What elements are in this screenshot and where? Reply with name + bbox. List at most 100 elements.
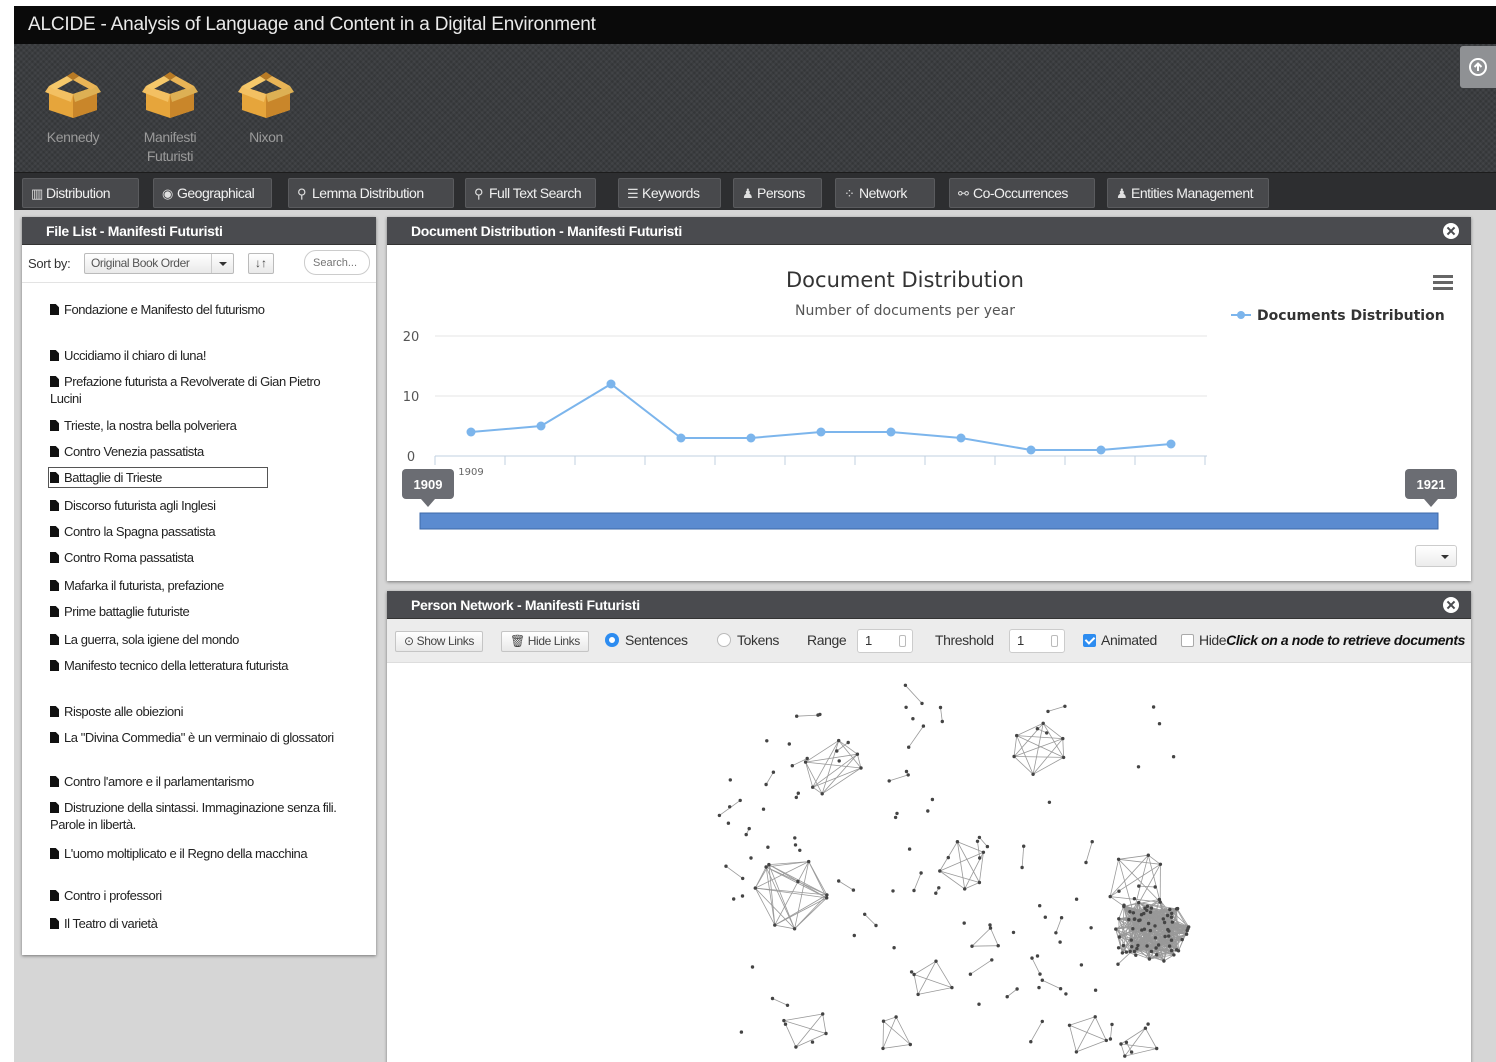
network-node[interactable] xyxy=(1038,972,1042,976)
network-node[interactable] xyxy=(1067,1023,1072,1027)
list-item[interactable]: Contro Venezia passatista xyxy=(50,443,340,460)
network-node[interactable] xyxy=(798,848,802,852)
network-node[interactable] xyxy=(1148,928,1153,933)
network-node[interactable] xyxy=(895,811,899,816)
network-node[interactable] xyxy=(1187,925,1191,929)
network-node[interactable] xyxy=(824,1031,828,1036)
network-node[interactable] xyxy=(863,912,867,916)
network-node[interactable] xyxy=(1108,894,1112,899)
list-item[interactable]: La "Divina Commedia" è un verminaio di g… xyxy=(50,729,340,746)
network-node[interactable] xyxy=(1093,1015,1097,1019)
network-node[interactable] xyxy=(977,1002,981,1006)
network-node[interactable] xyxy=(1090,840,1094,844)
network-node[interactable] xyxy=(1104,1038,1108,1043)
network-node[interactable] xyxy=(978,856,982,860)
data-point[interactable] xyxy=(536,421,546,431)
network-node[interactable] xyxy=(1030,956,1034,960)
network-node[interactable] xyxy=(1130,945,1134,949)
network-node[interactable] xyxy=(906,773,910,777)
network-node[interactable] xyxy=(916,992,920,997)
network-node[interactable] xyxy=(1116,962,1120,966)
list-item[interactable]: Contro la Spagna passatista xyxy=(50,523,340,540)
network-node[interactable] xyxy=(1168,907,1172,912)
data-point[interactable] xyxy=(606,379,616,389)
network-node[interactable] xyxy=(1180,937,1184,942)
network-node[interactable] xyxy=(724,864,728,868)
network-node[interactable] xyxy=(1093,988,1098,992)
network-node[interactable] xyxy=(1156,943,1161,947)
network-node[interactable] xyxy=(1131,927,1135,931)
network-node[interactable] xyxy=(968,972,973,976)
network-node[interactable] xyxy=(962,921,966,925)
list-item[interactable]: Battaglie di Trieste xyxy=(48,467,268,488)
network-node[interactable] xyxy=(1167,929,1171,933)
network-node[interactable] xyxy=(782,1018,786,1023)
network-node[interactable] xyxy=(977,835,982,840)
network-node[interactable] xyxy=(726,821,731,825)
network-node[interactable] xyxy=(792,927,797,931)
close-icon[interactable] xyxy=(1443,223,1459,239)
network-node[interactable] xyxy=(846,740,850,745)
network-node[interactable] xyxy=(1116,946,1121,950)
network-node[interactable] xyxy=(1064,992,1068,996)
network-node[interactable] xyxy=(912,972,916,977)
network-node[interactable] xyxy=(767,862,771,867)
network-node[interactable] xyxy=(1041,721,1045,725)
network-node[interactable] xyxy=(1043,915,1047,919)
network-node[interactable] xyxy=(1084,860,1088,865)
network-node[interactable] xyxy=(1038,904,1042,908)
network-node[interactable] xyxy=(1079,963,1084,967)
network-node[interactable] xyxy=(907,745,911,749)
network-node[interactable] xyxy=(950,985,954,990)
network-node[interactable] xyxy=(821,1012,825,1016)
sort-select[interactable]: Original Book Order xyxy=(84,253,234,274)
network-node[interactable] xyxy=(1143,1026,1148,1030)
network-node[interactable] xyxy=(1063,704,1067,708)
hide-checkbox[interactable]: Hide xyxy=(1181,632,1227,648)
network-node[interactable] xyxy=(1015,733,1019,738)
network-node[interactable] xyxy=(1058,940,1062,944)
network-node[interactable] xyxy=(1138,918,1142,922)
network-node[interactable] xyxy=(1015,987,1019,991)
network-node[interactable] xyxy=(1136,765,1141,769)
network-node[interactable] xyxy=(825,896,829,900)
network-node[interactable] xyxy=(977,880,982,885)
network-node[interactable] xyxy=(1158,862,1163,866)
network-node[interactable] xyxy=(1157,897,1162,902)
network-node[interactable] xyxy=(1061,755,1066,760)
list-item[interactable]: Contro l'amore e il parlamentarismo xyxy=(50,773,340,790)
network-node[interactable] xyxy=(1133,917,1137,921)
show-links-button[interactable]: ⊙ Show Links xyxy=(395,631,483,652)
network-node[interactable] xyxy=(1129,938,1133,942)
network-node[interactable] xyxy=(859,766,863,770)
network-node[interactable] xyxy=(1040,978,1044,982)
network-node[interactable] xyxy=(1074,1050,1079,1054)
list-item[interactable]: Fondazione e Manifesto del futurismo xyxy=(50,301,340,318)
network-node[interactable] xyxy=(794,1045,798,1049)
network-node[interactable] xyxy=(1120,951,1125,955)
list-item[interactable]: L'uomo moltiplicato e il Regno della mac… xyxy=(50,845,340,862)
network-node[interactable] xyxy=(825,893,829,897)
list-item[interactable]: Mafarka il futurista, prefazione xyxy=(50,577,340,594)
network-node[interactable] xyxy=(1124,950,1129,954)
range-dropdown[interactable] xyxy=(1415,545,1457,567)
network-node[interactable] xyxy=(741,876,745,881)
list-item[interactable]: Prime battaglie futuriste xyxy=(50,603,340,620)
network-node[interactable] xyxy=(837,738,841,743)
hide-links-button[interactable]: 🗑 Hide Links xyxy=(501,631,589,652)
network-node[interactable] xyxy=(981,850,986,854)
network-node[interactable] xyxy=(1169,948,1174,953)
list-item[interactable]: Prefazione futurista a Revolverate di Gi… xyxy=(50,373,340,407)
network-node[interactable] xyxy=(793,836,797,840)
network-node[interactable] xyxy=(1155,953,1159,957)
network-node[interactable] xyxy=(926,809,930,813)
corpus-manifesti-futuristi[interactable]: Manifesti Futuristi xyxy=(125,66,215,192)
network-node[interactable] xyxy=(1155,1046,1159,1051)
network-node[interactable] xyxy=(793,843,798,847)
network-node[interactable] xyxy=(852,933,856,938)
network-node[interactable] xyxy=(796,879,800,884)
network-node[interactable] xyxy=(747,826,751,831)
network-node[interactable] xyxy=(1167,944,1172,948)
data-point[interactable] xyxy=(956,433,966,443)
network-node[interactable] xyxy=(1142,927,1147,931)
